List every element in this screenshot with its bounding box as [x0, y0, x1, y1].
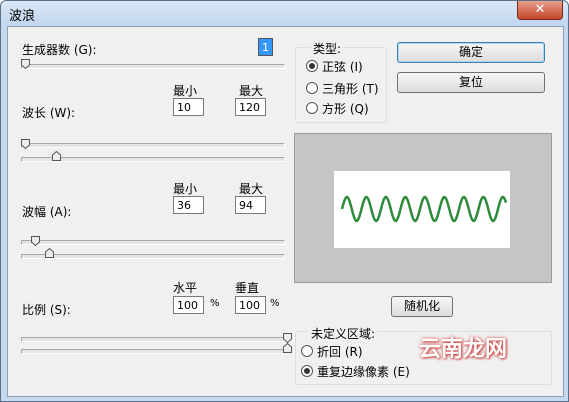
- generators-input[interactable]: [258, 38, 273, 56]
- type-triangle-label: 三角形 (T): [322, 82, 379, 96]
- scale-horizontal-input[interactable]: [173, 296, 204, 314]
- type-group-title: 类型:: [311, 40, 344, 57]
- preview-area: [294, 133, 552, 283]
- generators-slider-thumb[interactable]: [21, 59, 30, 69]
- wavelength-label: 波长 (W):: [22, 106, 76, 120]
- amplitude-min-slider-track[interactable]: [21, 240, 285, 245]
- scale-horizontal-slider-track[interactable]: [21, 337, 285, 342]
- watermark-text: 云南龙网: [419, 337, 508, 362]
- scale-vertical-header: 垂直: [235, 281, 260, 295]
- preview-wave-line: [340, 195, 508, 223]
- type-sine-label: 正弦 (I): [322, 60, 363, 74]
- scale-vertical-unit: %: [270, 298, 280, 309]
- wave-dialog: 波浪 ✕ 生成器数 (G): 最小 最大 波长 (W): 最小 最大 波幅 (A…: [0, 0, 569, 402]
- wavelength-min-slider-track[interactable]: [21, 143, 285, 148]
- amplitude-min-slider-thumb[interactable]: [31, 236, 41, 246]
- scale-vertical-slider-track[interactable]: [21, 349, 285, 354]
- generators-slider-track[interactable]: [21, 64, 285, 69]
- scale-horizontal-header: 水平: [173, 281, 198, 295]
- wavelength-max-input[interactable]: [235, 98, 266, 116]
- scale-horizontal-unit: %: [210, 298, 220, 309]
- title-bar[interactable]: 波浪 ✕: [1, 1, 568, 25]
- repeat-edge-pixels-label: 重复边缘像素 (E): [317, 365, 410, 379]
- amplitude-max-slider-track[interactable]: [21, 254, 285, 259]
- repeat-edge-pixels-radio[interactable]: [301, 365, 313, 377]
- type-triangle-radio[interactable]: [306, 82, 318, 94]
- reset-button[interactable]: 复位: [397, 72, 545, 93]
- wrap-around-label: 折回 (R): [317, 345, 363, 359]
- scale-label: 比例 (S):: [22, 303, 71, 317]
- scale-horizontal-slider-thumb[interactable]: [283, 333, 292, 343]
- scale-vertical-input[interactable]: [235, 296, 266, 314]
- type-square-label: 方形 (Q): [322, 102, 369, 116]
- generators-label: 生成器数 (G):: [22, 43, 97, 57]
- wavelength-min-header: 最小: [173, 84, 198, 98]
- amplitude-max-slider-thumb[interactable]: [44, 248, 54, 258]
- ok-button[interactable]: 确定: [397, 42, 545, 63]
- close-button[interactable]: ✕: [517, 1, 563, 20]
- randomize-button[interactable]: 随机化: [391, 296, 453, 317]
- undefined-area-title: 未定义区域:: [309, 325, 378, 342]
- amplitude-max-header: 最大: [239, 182, 264, 196]
- wavelength-min-slider-thumb[interactable]: [21, 139, 30, 149]
- wrap-around-radio[interactable]: [301, 345, 313, 357]
- wavelength-min-input[interactable]: [173, 98, 204, 116]
- type-sine-radio[interactable]: [306, 60, 318, 72]
- window-title: 波浪: [9, 9, 36, 24]
- preview-wave: [340, 195, 508, 223]
- amplitude-max-input[interactable]: [235, 196, 266, 214]
- scale-vertical-slider-thumb[interactable]: [283, 343, 292, 353]
- amplitude-label: 波幅 (A):: [22, 205, 72, 219]
- type-square-radio[interactable]: [306, 102, 318, 114]
- preview-canvas: [334, 171, 510, 248]
- amplitude-min-header: 最小: [173, 182, 198, 196]
- wavelength-max-header: 最大: [239, 84, 264, 98]
- amplitude-min-input[interactable]: [173, 196, 204, 214]
- wavelength-max-slider-thumb[interactable]: [52, 151, 62, 161]
